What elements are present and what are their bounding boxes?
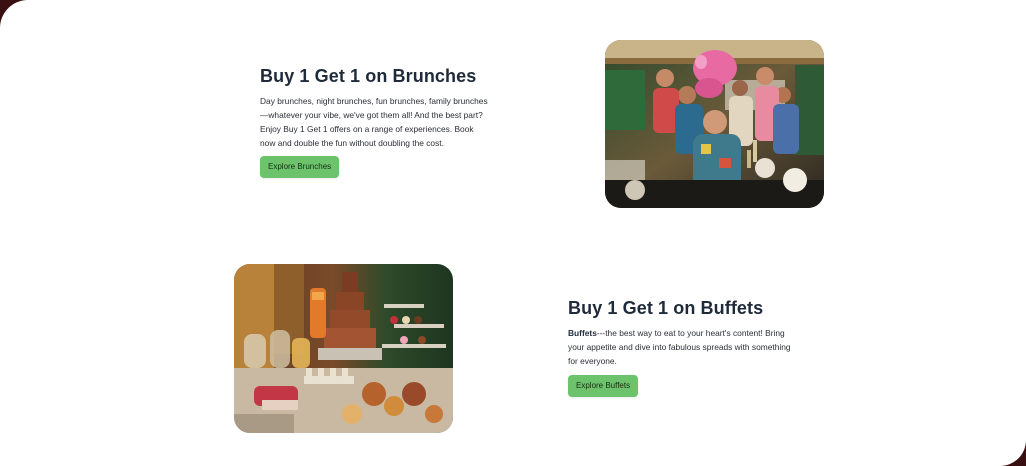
- buffets-title: Buy 1 Get 1 on Buffets: [568, 298, 764, 318]
- buffets-description-rest: ---the best way to eat to your heart's c…: [568, 328, 791, 366]
- offers-page: Buy 1 Get 1 on Brunches Day brunches, ni…: [0, 0, 1026, 466]
- brunches-title: Buy 1 Get 1 on Brunches: [260, 66, 477, 86]
- buffets-section: Buy 1 Get 1 on Buffets Buffets---the bes…: [568, 298, 800, 368]
- dessert-buffet-photo: [234, 264, 453, 433]
- brunch-party-photo: [605, 40, 824, 208]
- buffets-description: Buffets---the best way to eat to your he…: [568, 326, 800, 368]
- buffets-description-bold: Buffets: [568, 328, 597, 338]
- brunches-section: Buy 1 Get 1 on Brunches Day brunches, ni…: [260, 66, 490, 150]
- brunches-description: Day brunches, night brunches, fun brunch…: [260, 96, 488, 148]
- explore-brunches-button[interactable]: Explore Brunches: [260, 156, 340, 178]
- explore-buffets-button[interactable]: Explore Buffets: [568, 375, 639, 397]
